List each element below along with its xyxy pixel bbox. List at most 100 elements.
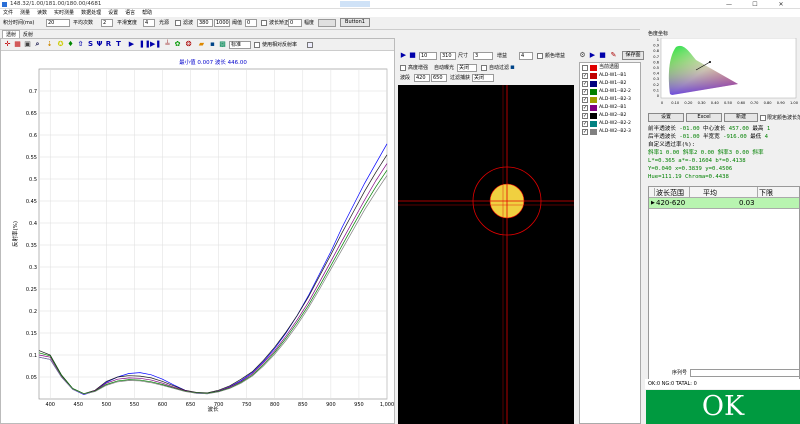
zoom-icon[interactable]: ▣ xyxy=(24,41,31,48)
col-range: 波长范围 xyxy=(656,189,684,197)
threshold-input[interactable]: 0 xyxy=(245,19,257,27)
header-checkbox[interactable] xyxy=(582,64,588,71)
menu-item-measure[interactable]: 测量 xyxy=(20,9,30,17)
menu-item-file[interactable]: 文件 xyxy=(3,9,13,17)
cam-stop-icon[interactable]: ■ xyxy=(409,52,416,59)
bulb-icon[interactable]: ✪ xyxy=(57,41,64,48)
menu-item-help[interactable]: 帮助 xyxy=(142,9,152,17)
crosshair-icon[interactable]: ✛ xyxy=(4,41,11,48)
sample-checkbox[interactable]: ✓ xyxy=(582,97,588,103)
right-panel: 色度坐标 1 0.9 0.8 0.7 0.6 0.5 0.4 0.3 0.2 0.1 0 0 0.10 0… xyxy=(645,30,800,424)
menu-item-data[interactable]: 数据处理 xyxy=(81,9,101,17)
camera-view[interactable] xyxy=(398,85,574,424)
table-row[interactable]: ▶ 420-620 0.03 xyxy=(649,198,799,209)
avg-input[interactable]: 2 xyxy=(101,19,113,27)
menu-item-settings[interactable]: 设置 xyxy=(108,9,118,17)
sample-item[interactable]: ✓ ALD-W2--B2 xyxy=(580,112,640,120)
palette-icon[interactable]: ❂ xyxy=(185,41,192,48)
sample-item[interactable]: ✓ ALD-W2--B1 xyxy=(580,104,640,112)
sample-list-header-label: 当前透图 xyxy=(599,64,620,70)
range-from-input[interactable]: 380 xyxy=(197,19,213,27)
pause-icon[interactable]: ❚❚ xyxy=(139,41,151,48)
maximize-button[interactable]: ☐ xyxy=(744,0,766,9)
x-tick-label: 600 xyxy=(158,402,168,408)
cam-val1[interactable]: 10 xyxy=(419,52,437,60)
gain-select[interactable] xyxy=(318,19,336,27)
minimize-button[interactable]: — xyxy=(718,0,740,9)
hdr-checkbox[interactable] xyxy=(400,65,406,71)
reflectance-chart[interactable]: 400 450 500 550 600 650 700 750 800 850 900 950 1,00… xyxy=(1,51,394,423)
close-button[interactable]: ✕ xyxy=(770,0,792,9)
filter-checkbox[interactable] xyxy=(175,20,181,26)
sample-checkbox[interactable]: ✓ xyxy=(582,129,588,135)
sample-checkbox[interactable]: ✓ xyxy=(582,81,588,87)
search-icon[interactable]: ⌕ xyxy=(34,41,41,48)
folder-icon[interactable]: ▰ xyxy=(198,41,205,48)
serial-input[interactable] xyxy=(690,369,800,377)
s-icon[interactable]: S xyxy=(87,41,94,48)
smooth-input[interactable]: 4 xyxy=(143,19,155,27)
step-icon[interactable]: ▶❚ xyxy=(150,41,161,48)
ruler-icon[interactable]: ╧ xyxy=(164,41,171,48)
cam-val2[interactable]: 310 xyxy=(440,52,456,60)
range-to-input[interactable]: 1000 xyxy=(214,19,230,27)
cam-save-icon[interactable]: ▪ xyxy=(509,64,516,71)
sample-stop-icon[interactable]: ■ xyxy=(599,52,606,59)
sample-play-icon[interactable]: ▶ xyxy=(589,52,596,59)
sample-edit-icon[interactable]: ✎ xyxy=(610,52,617,59)
fork-icon[interactable]: Ψ xyxy=(96,41,103,48)
wl-corr-input[interactable]: 0 xyxy=(288,19,302,27)
sample-item[interactable]: ✓ ALD-W1--B2-3 xyxy=(580,96,640,104)
sample-settings-icon[interactable]: ⚙ xyxy=(579,52,586,59)
relative-checkbox[interactable] xyxy=(254,42,260,48)
sample-item[interactable]: ✓ ALD-W2--B2-2 xyxy=(580,120,640,128)
filter-capture-select[interactable]: 关闭 xyxy=(472,74,494,82)
y-tick-label: 0.6 xyxy=(29,133,37,139)
sample-item[interactable]: ✓ ALD-W2--B2-3 xyxy=(580,128,640,136)
settings-button[interactable]: 设置 xyxy=(648,113,684,122)
add-button[interactable]: 新建 xyxy=(724,113,758,122)
menu-item-language[interactable]: 语言 xyxy=(125,9,135,17)
pin-icon[interactable]: ♦ xyxy=(67,41,74,48)
play-icon[interactable]: ▶ xyxy=(128,41,135,48)
color-gain-checkbox[interactable] xyxy=(537,53,543,59)
limit-range-checkbox[interactable] xyxy=(760,115,766,121)
sample-checkbox[interactable]: ✓ xyxy=(582,73,588,79)
sample-checkbox[interactable]: ✓ xyxy=(582,121,588,127)
standard-select[interactable]: 标准 xyxy=(229,41,251,49)
size-select[interactable]: 3 xyxy=(473,52,493,60)
relative-check-2[interactable] xyxy=(307,42,313,48)
cie-x-tick: 0.70 xyxy=(750,101,759,105)
t-icon[interactable]: T xyxy=(115,41,122,48)
cam-gain-input[interactable]: 4 xyxy=(519,52,533,60)
menu-item-realtime[interactable]: 实时测量 xyxy=(54,9,74,17)
excel-button[interactable]: Excel xyxy=(686,113,722,122)
auto-filter-checkbox[interactable] xyxy=(481,65,487,71)
sample-item[interactable]: ✓ ALD-W1--B2 xyxy=(580,80,640,88)
r-icon[interactable]: R xyxy=(105,41,112,48)
cam-play-icon[interactable]: ▶ xyxy=(400,52,407,59)
y-tick-label: 0.7 xyxy=(29,89,37,95)
sample-list-header[interactable]: 当前透图 xyxy=(580,63,640,72)
cursor-icon[interactable]: ⇧ xyxy=(77,41,84,48)
wl-corr-checkbox[interactable] xyxy=(261,20,267,26)
sample-item[interactable]: ✓ ALD-W1--B2-2 xyxy=(580,88,640,96)
marker-icon[interactable]: ⇣ xyxy=(46,41,53,48)
sample-checkbox[interactable]: ✓ xyxy=(582,89,588,95)
wl-to-input[interactable]: 650 xyxy=(431,74,447,82)
cie-x-tick: 0.90 xyxy=(777,101,786,105)
sample-checkbox[interactable]: ✓ xyxy=(582,105,588,111)
image-icon[interactable]: ▩ xyxy=(219,41,226,48)
auto-exposure-select[interactable]: 关闭 xyxy=(457,64,477,72)
grid-icon[interactable]: ▦ xyxy=(14,41,21,48)
button1[interactable]: Button1 xyxy=(340,18,370,27)
sample-label: ALD-W1--B2-2 xyxy=(599,89,631,94)
save-figure-button[interactable]: 保存图 xyxy=(622,51,644,60)
save-icon[interactable]: ▪ xyxy=(209,41,216,48)
refresh-icon[interactable]: ✿ xyxy=(174,41,181,48)
sample-checkbox[interactable]: ✓ xyxy=(582,113,588,119)
sample-item[interactable]: ✓ ALD-W1--B1 xyxy=(580,72,640,80)
wl-from-input[interactable]: 420 xyxy=(414,74,430,82)
menu-item-read[interactable]: 读数 xyxy=(37,9,47,17)
integ-input[interactable]: 20 xyxy=(46,19,70,27)
